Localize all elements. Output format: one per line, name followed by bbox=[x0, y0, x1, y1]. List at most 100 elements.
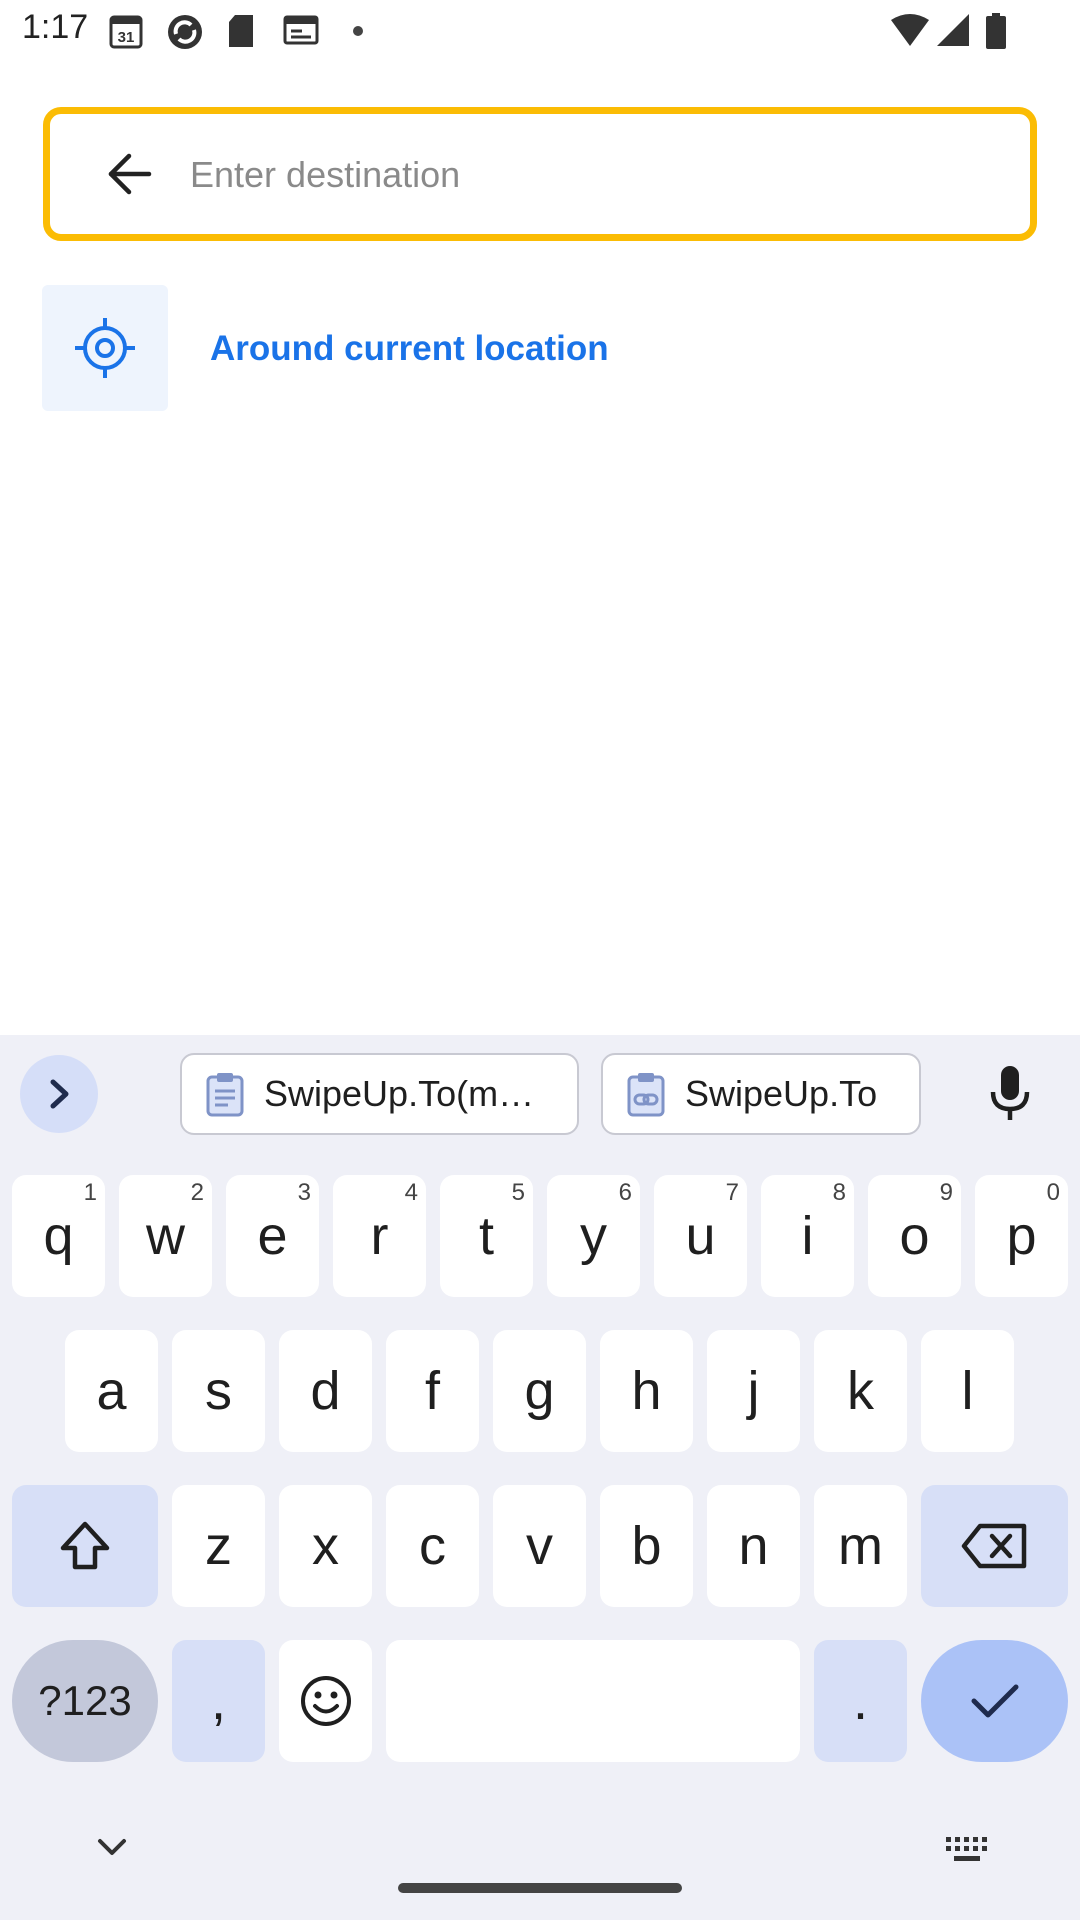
key-t[interactable]: t5 bbox=[440, 1175, 533, 1297]
key-label: w bbox=[146, 1206, 185, 1266]
key-label: q bbox=[43, 1206, 74, 1266]
key-b[interactable]: b bbox=[600, 1485, 693, 1607]
key-j[interactable]: j bbox=[707, 1330, 800, 1452]
my-location-icon-box bbox=[42, 285, 168, 411]
symbols-key[interactable]: ?123 bbox=[12, 1640, 158, 1762]
key-label: a bbox=[96, 1361, 127, 1421]
voice-input-button[interactable] bbox=[980, 1059, 1040, 1129]
destination-search-box bbox=[43, 107, 1037, 241]
key-m[interactable]: m bbox=[814, 1485, 907, 1607]
sd-card-icon bbox=[226, 12, 256, 55]
keyboard-switcher-button[interactable] bbox=[944, 1833, 990, 1870]
key-label: j bbox=[747, 1361, 760, 1421]
key-c[interactable]: c bbox=[386, 1485, 479, 1607]
emoji-key[interactable] bbox=[279, 1640, 372, 1762]
backspace-key[interactable] bbox=[921, 1485, 1068, 1607]
key-q[interactable]: q1 bbox=[12, 1175, 105, 1297]
key-e[interactable]: e3 bbox=[226, 1175, 319, 1297]
key-label: t bbox=[478, 1206, 494, 1266]
key-label: e bbox=[257, 1206, 288, 1266]
clipboard-icon bbox=[206, 1073, 244, 1117]
news-icon bbox=[282, 12, 320, 53]
space-key[interactable] bbox=[386, 1640, 800, 1762]
suggestion-label: Around current location bbox=[210, 329, 609, 368]
signal-icon bbox=[935, 12, 971, 53]
key-u[interactable]: u7 bbox=[654, 1175, 747, 1297]
key-label: m bbox=[838, 1516, 883, 1576]
clipboard-link-icon bbox=[627, 1073, 665, 1117]
check-icon bbox=[971, 1684, 1018, 1718]
key-d[interactable]: d bbox=[279, 1330, 372, 1452]
key-label: d bbox=[310, 1361, 341, 1421]
key-hint: 3 bbox=[297, 1179, 311, 1206]
key-h[interactable]: h bbox=[600, 1330, 693, 1452]
key-label: g bbox=[524, 1361, 555, 1421]
key-hint: 9 bbox=[939, 1179, 953, 1206]
key-hint: 1 bbox=[83, 1179, 97, 1206]
key-label: s bbox=[205, 1361, 232, 1421]
key-label: p bbox=[1006, 1206, 1037, 1266]
key-hint: 7 bbox=[725, 1179, 739, 1206]
clipboard-chip-label: SwipeUp.To(m… bbox=[264, 1073, 535, 1114]
key-x[interactable]: x bbox=[279, 1485, 372, 1607]
clipboard-chip-label: SwipeUp.To bbox=[685, 1073, 878, 1114]
key-g[interactable]: g bbox=[493, 1330, 586, 1452]
key-label: u bbox=[685, 1206, 716, 1266]
key-p[interactable]: p0 bbox=[975, 1175, 1068, 1297]
key-i[interactable]: i8 bbox=[761, 1175, 854, 1297]
gesture-home-bar[interactable] bbox=[398, 1883, 682, 1893]
calendar-icon: 31 bbox=[108, 12, 144, 55]
key-f[interactable]: f bbox=[386, 1330, 479, 1452]
key-label: i bbox=[801, 1206, 814, 1266]
key-y[interactable]: y6 bbox=[547, 1175, 640, 1297]
key-label: y bbox=[580, 1206, 607, 1266]
shift-key[interactable] bbox=[12, 1485, 158, 1607]
keyboard-toolbar: SwipeUp.To(m… SwipeUp.To bbox=[0, 1035, 1080, 1155]
key-label: ?123 bbox=[38, 1677, 132, 1724]
destination-input[interactable] bbox=[190, 136, 1010, 214]
microphone-icon bbox=[990, 1066, 1030, 1120]
key-l[interactable]: l bbox=[921, 1330, 1014, 1452]
key-label: k bbox=[847, 1361, 874, 1421]
hide-keyboard-button[interactable] bbox=[94, 1833, 130, 1866]
key-n[interactable]: n bbox=[707, 1485, 800, 1607]
period-key[interactable]: . bbox=[814, 1640, 907, 1762]
backspace-icon bbox=[961, 1523, 1026, 1569]
clipboard-chip-1[interactable]: SwipeUp.To(m… bbox=[180, 1053, 579, 1135]
key-o[interactable]: o9 bbox=[868, 1175, 961, 1297]
key-label: . bbox=[852, 1671, 868, 1731]
key-hint: 8 bbox=[832, 1179, 846, 1206]
key-a[interactable]: a bbox=[65, 1330, 158, 1452]
key-r[interactable]: r4 bbox=[333, 1175, 426, 1297]
clipboard-chip-2[interactable]: SwipeUp.To bbox=[601, 1053, 921, 1135]
keyboard-icon bbox=[946, 1837, 987, 1861]
dot-icon bbox=[352, 24, 364, 42]
key-label: z bbox=[205, 1516, 232, 1576]
key-label: , bbox=[210, 1671, 226, 1731]
key-k[interactable]: k bbox=[814, 1330, 907, 1452]
key-label: b bbox=[631, 1516, 662, 1576]
status-time: 1:17 bbox=[22, 8, 89, 46]
key-v[interactable]: v bbox=[493, 1485, 586, 1607]
enter-key[interactable] bbox=[921, 1640, 1068, 1762]
soft-keyboard: SwipeUp.To(m… SwipeUp.To q1 w2 e3 r4 t5 … bbox=[0, 1035, 1080, 1920]
key-label: c bbox=[419, 1516, 446, 1576]
key-label: f bbox=[424, 1361, 440, 1421]
suggestion-around-current-location[interactable]: Around current location bbox=[42, 285, 1038, 411]
back-button[interactable] bbox=[93, 138, 165, 210]
comma-key[interactable]: , bbox=[172, 1640, 265, 1762]
key-hint: 0 bbox=[1046, 1179, 1060, 1206]
my-location-icon bbox=[75, 318, 135, 378]
key-z[interactable]: z bbox=[172, 1485, 265, 1607]
key-hint: 2 bbox=[190, 1179, 204, 1206]
key-hint: 6 bbox=[618, 1179, 632, 1206]
key-label: n bbox=[738, 1516, 769, 1576]
key-w[interactable]: w2 bbox=[119, 1175, 212, 1297]
keyboard-expand-button[interactable] bbox=[20, 1055, 98, 1133]
key-label: v bbox=[526, 1516, 553, 1576]
status-bar: 1:17 31 bbox=[0, 0, 1080, 62]
key-label: h bbox=[631, 1361, 662, 1421]
chevron-down-icon bbox=[98, 1839, 126, 1855]
shift-icon bbox=[60, 1521, 110, 1570]
key-s[interactable]: s bbox=[172, 1330, 265, 1452]
